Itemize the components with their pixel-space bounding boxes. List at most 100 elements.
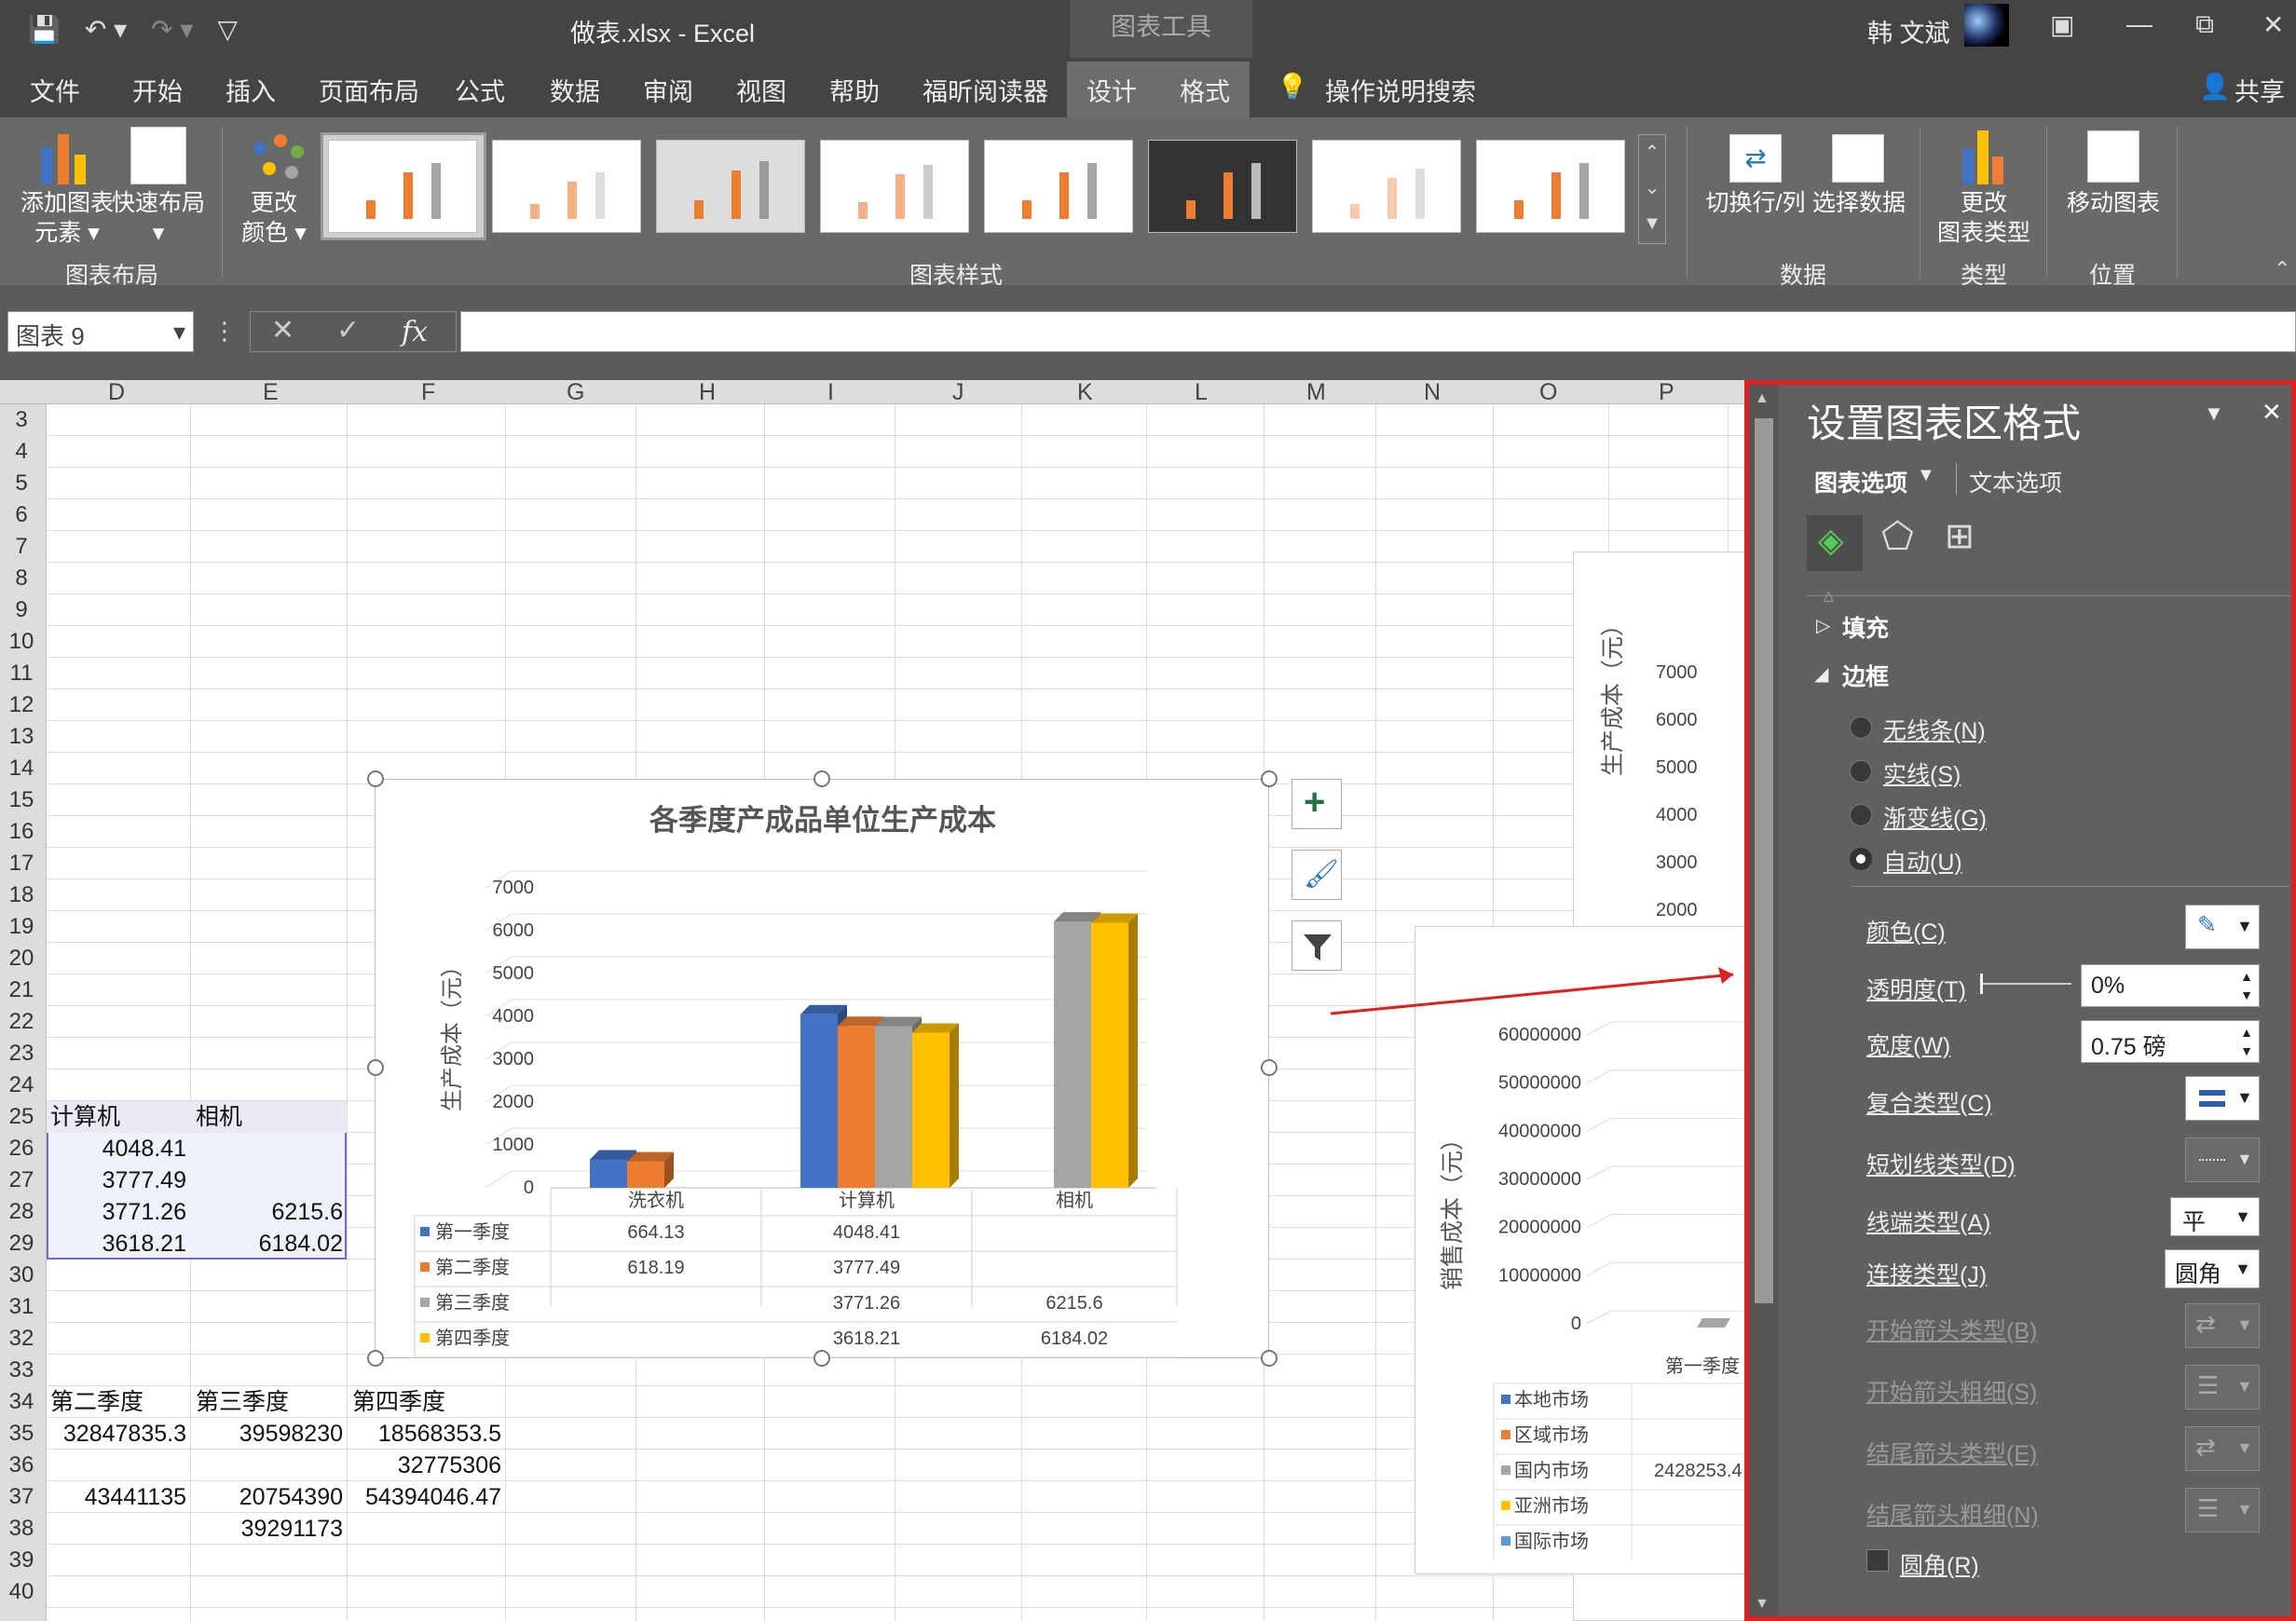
column-header-m[interactable]: M [1306,380,1326,404]
tab-formulas[interactable]: 公式 [455,72,505,108]
change-colors-icon[interactable] [250,132,308,184]
chart-style-8[interactable] [1476,140,1625,233]
tab-help[interactable]: 帮助 [829,72,880,108]
cap-type-dropdown[interactable]: 平 ▼ [2170,1197,2260,1236]
cell-f34[interactable]: 第四季度 [352,1386,445,1418]
select-data-button[interactable]: 选择数据 [1808,188,1910,218]
radio-no-line[interactable] [1850,716,1872,739]
add-chart-element-icon[interactable] [37,129,91,184]
size-properties-icon[interactable]: ⊞ [1945,515,1975,557]
chart-style-5[interactable] [984,140,1133,233]
row-header-11[interactable]: 11 [0,658,43,689]
row-header-21[interactable]: 21 [0,974,43,1006]
tab-review[interactable]: 审阅 [643,72,693,108]
column-header-d[interactable]: D [108,380,125,404]
cell-d25[interactable]: 计算机 [50,1101,120,1133]
formula-input[interactable] [460,311,2296,352]
row-header-31[interactable]: 31 [0,1291,43,1323]
radio-gradient-line[interactable] [1850,804,1872,826]
minimize-icon[interactable]: — [2126,9,2152,39]
change-chart-type-button[interactable]: 更改 图表类型 [1929,188,2039,248]
cell-e29[interactable]: 6184.02 [190,1228,343,1260]
tab-text-options[interactable]: 文本选项 [1969,465,2062,498]
change-colors-button[interactable]: 更改 颜色 ▾ [235,188,313,248]
row-header-34[interactable]: 34 [0,1386,43,1418]
dash-type-dropdown[interactable]: ▼ [2185,1137,2260,1182]
cell-f35[interactable]: 18568353.5 [347,1418,501,1450]
switch-row-column-icon[interactable]: ⇄ [1729,134,1782,183]
row-header-16[interactable]: 16 [0,816,43,848]
move-chart-icon[interactable] [2087,130,2139,183]
label-gradient-line[interactable]: 渐变线(G) [1883,800,1987,834]
cell-e35[interactable]: 39598230 [190,1418,343,1450]
row-header-10[interactable]: 10 [0,626,43,658]
cell-d37[interactable]: 43441135 [47,1481,186,1513]
tab-insert[interactable]: 插入 [226,72,276,108]
insert-function-icon[interactable]: fx [402,316,428,348]
row-header-32[interactable]: 32 [0,1323,43,1355]
avatar[interactable] [1964,4,2009,47]
row-header-40[interactable]: 40 [0,1576,43,1608]
label-automatic[interactable]: 自动(U) [1883,844,1962,878]
row-header-20[interactable]: 20 [0,943,43,974]
cell-d29[interactable]: 3618.21 [47,1228,186,1260]
select-data-icon[interactable] [1832,134,1884,183]
row-header-8[interactable]: 8 [0,563,43,594]
row-header-36[interactable]: 36 [0,1450,43,1481]
row-header-39[interactable]: 39 [0,1545,43,1576]
chart-style-4[interactable] [820,140,969,233]
resize-handle-ml[interactable] [367,1059,384,1076]
radio-solid-line[interactable] [1850,760,1872,783]
chart-styles-button[interactable]: 🖌 [1292,850,1342,900]
tab-foxit-reader[interactable]: 福昕阅读器 [922,72,1048,108]
tab-view[interactable]: 视图 [736,72,786,108]
fill-section-header[interactable]: 填充 [1842,610,1889,644]
row-header-35[interactable]: 35 [0,1418,43,1450]
join-type-dropdown[interactable]: 圆角 ▼ [2165,1249,2260,1288]
tab-format[interactable]: 格式 [1180,72,1230,108]
row-header-6[interactable]: 6 [0,499,43,531]
label-rounded-corners[interactable]: 圆角(R) [1900,1547,1979,1581]
cell-e25[interactable]: 相机 [196,1101,242,1133]
cell-d28[interactable]: 3771.26 [47,1196,186,1228]
resize-handle-br[interactable] [1261,1350,1278,1367]
tab-design[interactable]: 设计 [1086,72,1137,108]
row-header-14[interactable]: 14 [0,753,43,784]
fill-expand-icon[interactable]: ▷ [1816,614,1830,637]
cell-e28[interactable]: 6215.6 [190,1196,343,1228]
radio-automatic-selected[interactable] [1850,848,1872,870]
pane-close-icon[interactable]: ✕ [2262,398,2282,427]
tab-chart-options[interactable]: 图表选项 [1814,465,1907,498]
row-header-28[interactable]: 28 [0,1196,43,1228]
main-chart[interactable]: 各季度产成品单位生产成本 生产成本（元） 7000 6000 5000 4000 300… [375,779,1269,1358]
label-solid-line[interactable]: 实线(S) [1883,756,1961,790]
row-header-15[interactable]: 15 [0,784,43,816]
scrollbar-thumb[interactable] [1755,418,1773,1303]
column-header-j[interactable]: J [952,380,964,404]
move-chart-button[interactable]: 移动图表 [2059,188,2167,218]
change-chart-type-icon[interactable] [1962,130,2003,184]
tab-home[interactable]: 开始 [132,72,183,108]
cell-f37[interactable]: 54394046.47 [347,1481,501,1513]
row-header-7[interactable]: 7 [0,531,43,563]
row-header-26[interactable]: 26 [0,1133,43,1165]
cell-d26[interactable]: 4048.41 [47,1133,186,1165]
row-header-22[interactable]: 22 [0,1006,43,1038]
cell-f36[interactable]: 32775306 [347,1450,501,1481]
width-input[interactable]: 0.75 磅 ▲ ▼ [2081,1020,2260,1063]
enter-icon[interactable]: ✓ [336,314,360,347]
quick-layout-button[interactable]: 快速布局 ▾ [110,188,207,248]
redo-icon[interactable]: ↷ ▾ [151,14,193,45]
row-header-3[interactable]: 3 [0,404,43,436]
row-header-25[interactable]: 25 [0,1101,43,1133]
border-collapse-icon[interactable]: ◢ [1814,662,1828,686]
resize-handle-tc[interactable] [813,770,830,787]
undo-icon[interactable]: ↶ ▾ [85,14,127,45]
compound-type-dropdown[interactable]: ▼ [2185,1076,2260,1121]
scroll-down-icon[interactable]: ▼ [1755,1596,1770,1613]
row-header-13[interactable]: 13 [0,721,43,753]
transparency-slider[interactable] [1982,983,2071,985]
save-icon[interactable]: 💾 [28,14,61,45]
cancel-icon[interactable]: ✕ [271,314,294,347]
formula-bar-more-icon[interactable]: ⋮ [212,317,237,346]
